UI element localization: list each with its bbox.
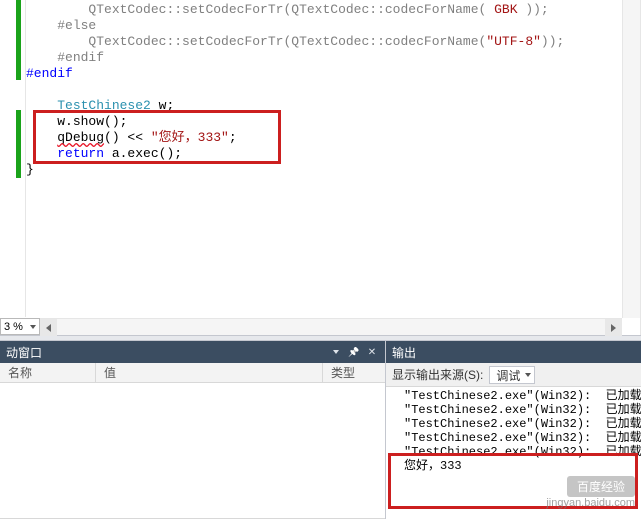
editor-gutter xyxy=(0,0,26,317)
code-line[interactable]: qDebug() << "您好，333"; xyxy=(26,130,622,146)
pin-icon[interactable] xyxy=(347,345,361,359)
code-line[interactable] xyxy=(26,82,622,98)
triangle-right-icon xyxy=(611,324,616,332)
autos-titlebar[interactable]: 动窗口 xyxy=(0,341,385,363)
scroll-right-button[interactable] xyxy=(605,319,622,336)
zoom-value: 3 % xyxy=(4,321,23,333)
column-name[interactable]: 名称 xyxy=(0,363,96,382)
output-line: 您好，333 xyxy=(404,459,641,473)
code-line[interactable]: TestChinese2 w; xyxy=(26,98,622,114)
autos-title-text: 动窗口 xyxy=(6,344,42,361)
output-source-value: 调试 xyxy=(496,369,520,383)
code-line[interactable]: #else xyxy=(26,18,622,34)
code-line[interactable]: #endif xyxy=(26,50,622,66)
output-titlebar[interactable]: 输出 xyxy=(386,341,641,363)
panel-menu-icon[interactable] xyxy=(329,345,343,359)
code-line[interactable]: return a.exec(); xyxy=(26,146,622,162)
code-line[interactable]: #endif xyxy=(26,66,622,82)
column-type[interactable]: 类型 xyxy=(323,363,385,382)
autos-panel: 动窗口 名称 值 类型 xyxy=(0,341,386,519)
output-line: "TestChinese2.exe"(Win32): 已加载"C: xyxy=(404,389,641,403)
code-line[interactable]: QTextCodec::setCodecForTr(QTextCodec::co… xyxy=(26,34,622,50)
autos-columns: 名称 值 类型 xyxy=(0,363,385,383)
code-line[interactable]: QTextCodec::setCodecForTr(QTextCodec::co… xyxy=(26,2,622,18)
column-value[interactable]: 值 xyxy=(96,363,323,382)
gutter-change-mark xyxy=(16,0,21,80)
output-line: "TestChinese2.exe"(Win32): 已加载"C: xyxy=(404,431,641,445)
output-line: "TestChinese2.exe"(Win32): 已加载"C: xyxy=(404,417,641,431)
output-line: "TestChinese2.exe"(Win32): 已加载"C: xyxy=(404,445,641,459)
code-editor: QTextCodec::setCodecForTr(QTextCodec::co… xyxy=(0,0,641,335)
bottom-panels: 动窗口 名称 值 类型 输出 显示输出来源(S): 调试 "TestChines… xyxy=(0,341,641,519)
triangle-left-icon xyxy=(46,324,51,332)
output-title-text: 输出 xyxy=(392,344,416,361)
code-line[interactable]: w.show(); xyxy=(26,114,622,130)
autos-body[interactable] xyxy=(0,383,385,518)
code-line[interactable]: } xyxy=(26,162,622,178)
output-source-select[interactable]: 调试 xyxy=(489,366,535,384)
output-toolbar: 显示输出来源(S): 调试 xyxy=(386,363,641,387)
horizontal-scrollbar[interactable] xyxy=(40,318,622,335)
close-icon[interactable] xyxy=(365,345,379,359)
output-line: "TestChinese2.exe"(Win32): 已加载"C: xyxy=(404,403,641,417)
scroll-left-button[interactable] xyxy=(40,319,57,336)
output-source-label: 显示输出来源(S): xyxy=(392,366,483,383)
zoom-combobox[interactable]: 3 % xyxy=(0,318,40,335)
code-area[interactable]: QTextCodec::setCodecForTr(QTextCodec::co… xyxy=(26,0,622,317)
output-panel: 输出 显示输出来源(S): 调试 "TestChinese2.exe"(Win3… xyxy=(386,341,641,519)
output-body[interactable]: "TestChinese2.exe"(Win32): 已加载"C:"TestCh… xyxy=(386,387,641,519)
vertical-scrollbar[interactable] xyxy=(622,0,640,318)
editor-viewport: QTextCodec::setCodecForTr(QTextCodec::co… xyxy=(0,0,622,317)
gutter-change-mark xyxy=(16,110,21,178)
chevron-down-icon xyxy=(30,325,36,329)
